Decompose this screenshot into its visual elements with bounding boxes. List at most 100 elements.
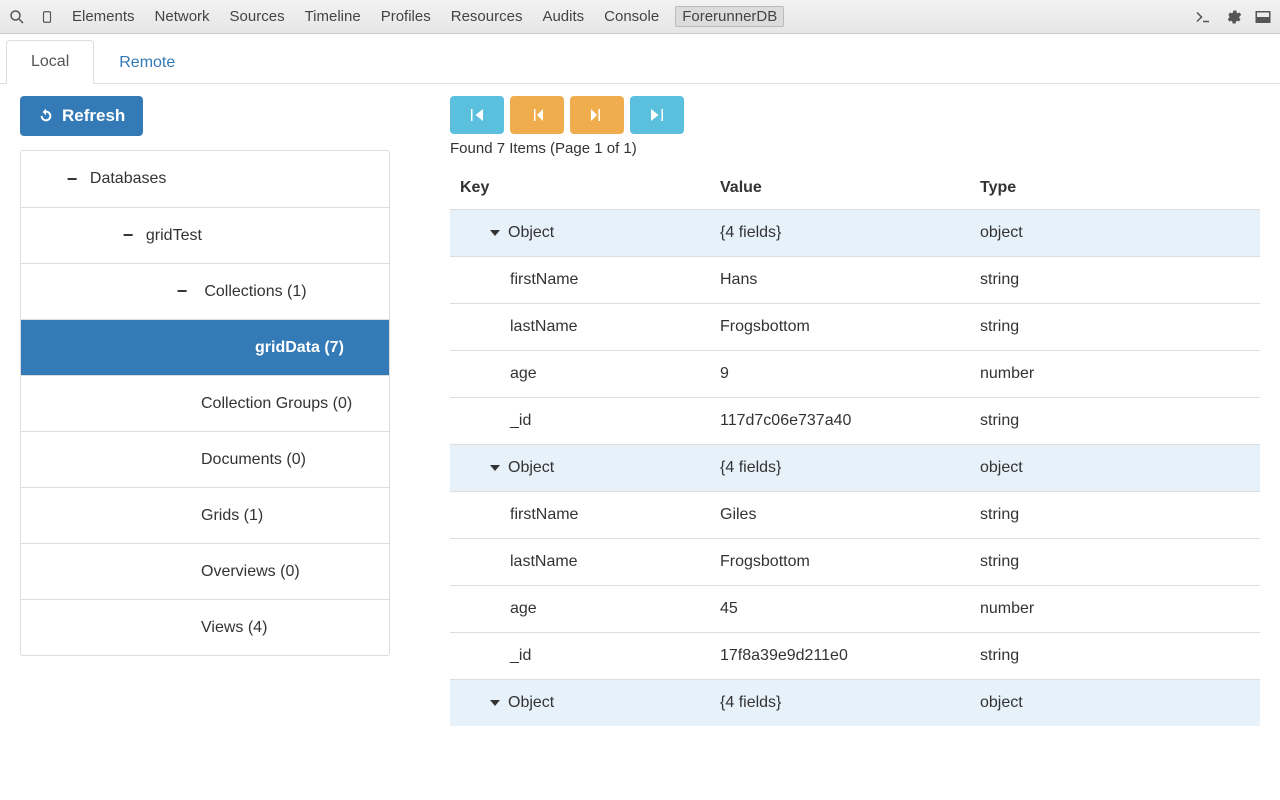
cell-key: _id bbox=[510, 647, 531, 665]
cell-key: firstName bbox=[510, 271, 578, 289]
object-label: Object bbox=[508, 459, 554, 477]
devtools-item-timeline[interactable]: Timeline bbox=[301, 8, 365, 25]
cell-type: object bbox=[970, 680, 1260, 727]
tree-label: Overviews (0) bbox=[201, 563, 300, 581]
fast-forward-icon bbox=[648, 106, 666, 124]
table-row[interactable]: age 45number bbox=[450, 586, 1260, 633]
caret-down-icon bbox=[490, 700, 500, 706]
minus-icon: − bbox=[173, 281, 191, 302]
minus-icon: − bbox=[63, 169, 81, 190]
step-forward-icon bbox=[588, 106, 606, 124]
main-tabs: Local Remote bbox=[0, 34, 1280, 84]
tree-label: Views (4) bbox=[201, 619, 267, 637]
cell-type: string bbox=[970, 633, 1260, 680]
devtools-item-elements[interactable]: Elements bbox=[68, 8, 139, 25]
next-page-button[interactable] bbox=[570, 96, 624, 134]
step-backward-icon bbox=[528, 106, 546, 124]
tree-grids[interactable]: Grids (1) bbox=[21, 487, 389, 543]
tree-label: Databases bbox=[90, 170, 167, 188]
caret-down-icon bbox=[490, 465, 500, 471]
prev-page-button[interactable] bbox=[510, 96, 564, 134]
tree-label: Collections (1) bbox=[204, 283, 306, 301]
sidebar: Refresh − Databases − gridTest − Collect… bbox=[20, 96, 390, 800]
tree-overviews[interactable]: Overviews (0) bbox=[21, 543, 389, 599]
object-label: Object bbox=[508, 224, 554, 242]
first-page-button[interactable] bbox=[450, 96, 504, 134]
table-row[interactable]: _id117d7c06e737a40string bbox=[450, 398, 1260, 445]
cell-type: string bbox=[970, 398, 1260, 445]
refresh-button[interactable]: Refresh bbox=[20, 96, 143, 136]
cell-value: Frogsbottom bbox=[710, 539, 970, 586]
cell-value: Giles bbox=[710, 492, 970, 539]
caret-down-icon bbox=[490, 230, 500, 236]
console-toggle-icon[interactable] bbox=[1194, 8, 1212, 26]
cell-value: 117d7c06e737a40 bbox=[710, 398, 970, 445]
devtools-item-sources[interactable]: Sources bbox=[226, 8, 289, 25]
fast-backward-icon bbox=[468, 106, 486, 124]
cell-key: lastName bbox=[510, 553, 578, 571]
cell-type: string bbox=[970, 257, 1260, 304]
cell-value: Hans bbox=[710, 257, 970, 304]
table-row-object[interactable]: Object{4 fields}object bbox=[450, 445, 1260, 492]
table-row[interactable]: firstName Hansstring bbox=[450, 257, 1260, 304]
object-label: Object bbox=[508, 694, 554, 712]
cell-value: 45 bbox=[710, 586, 970, 633]
cell-key: lastName bbox=[510, 318, 578, 336]
pager-status: Found 7 Items (Page 1 of 1) bbox=[450, 140, 1260, 157]
tree-views[interactable]: Views (4) bbox=[21, 599, 389, 655]
search-icon[interactable] bbox=[8, 8, 26, 26]
tree-db[interactable]: − gridTest bbox=[21, 207, 389, 263]
devtools-item-resources[interactable]: Resources bbox=[447, 8, 527, 25]
dock-icon[interactable] bbox=[1254, 8, 1272, 26]
devtools-item-network[interactable]: Network bbox=[151, 8, 214, 25]
devtools-menu: Elements Network Sources Timeline Profiles Re… bbox=[68, 6, 784, 27]
tree-collection-groups[interactable]: Collection Groups (0) bbox=[21, 375, 389, 431]
refresh-label: Refresh bbox=[62, 106, 125, 126]
cell-type: string bbox=[970, 304, 1260, 351]
cell-type: object bbox=[970, 210, 1260, 257]
tab-remote[interactable]: Remote bbox=[94, 41, 200, 84]
cell-key: age bbox=[510, 600, 537, 618]
cell-type: object bbox=[970, 445, 1260, 492]
th-value: Value bbox=[710, 167, 970, 210]
tree-label: gridTest bbox=[146, 227, 202, 245]
cell-type: number bbox=[970, 351, 1260, 398]
cell-type: string bbox=[970, 539, 1260, 586]
tree-griddata[interactable]: gridData (7) bbox=[21, 319, 389, 375]
devtools-item-console[interactable]: Console bbox=[600, 8, 663, 25]
devtools-bar: Elements Network Sources Timeline Profiles Re… bbox=[0, 0, 1280, 34]
last-page-button[interactable] bbox=[630, 96, 684, 134]
table-row[interactable]: lastNameFrogsbottomstring bbox=[450, 304, 1260, 351]
pager bbox=[450, 96, 1260, 134]
table-row-object[interactable]: Object{4 fields}object bbox=[450, 680, 1260, 727]
table-row[interactable]: firstNameGilesstring bbox=[450, 492, 1260, 539]
table-row[interactable]: age9number bbox=[450, 351, 1260, 398]
data-table: Key Value Type Object{4 fields}objectfir… bbox=[450, 167, 1260, 726]
minus-icon: − bbox=[119, 225, 137, 246]
refresh-icon bbox=[38, 108, 54, 124]
tree-documents[interactable]: Documents (0) bbox=[21, 431, 389, 487]
table-row-object[interactable]: Object {4 fields}object bbox=[450, 210, 1260, 257]
tree-collections[interactable]: − Collections (1) bbox=[21, 263, 389, 319]
th-key: Key bbox=[450, 167, 710, 210]
content: Refresh − Databases − gridTest − Collect… bbox=[0, 84, 1280, 800]
devtools-item-forerunnerdb[interactable]: ForerunnerDB bbox=[675, 6, 784, 27]
tree-label: Documents (0) bbox=[201, 451, 306, 469]
tree-label: Grids (1) bbox=[201, 507, 263, 525]
table-row[interactable]: lastName Frogsbottomstring bbox=[450, 539, 1260, 586]
tab-local[interactable]: Local bbox=[6, 40, 94, 84]
cell-type: string bbox=[970, 492, 1260, 539]
tree-databases[interactable]: − Databases bbox=[21, 151, 389, 207]
cell-type: number bbox=[970, 586, 1260, 633]
th-type: Type bbox=[970, 167, 1260, 210]
tree: − Databases − gridTest − Collections (1)… bbox=[20, 150, 390, 656]
table-row[interactable]: _id17f8a39e9d211e0string bbox=[450, 633, 1260, 680]
device-icon[interactable] bbox=[38, 8, 56, 26]
cell-value: {4 fields} bbox=[710, 210, 970, 257]
devtools-item-profiles[interactable]: Profiles bbox=[377, 8, 435, 25]
devtools-item-audits[interactable]: Audits bbox=[538, 8, 588, 25]
cell-key: age bbox=[510, 365, 537, 383]
gear-icon[interactable] bbox=[1224, 8, 1242, 26]
tree-label: Collection Groups (0) bbox=[201, 395, 352, 413]
tree-label: gridData (7) bbox=[255, 339, 344, 357]
